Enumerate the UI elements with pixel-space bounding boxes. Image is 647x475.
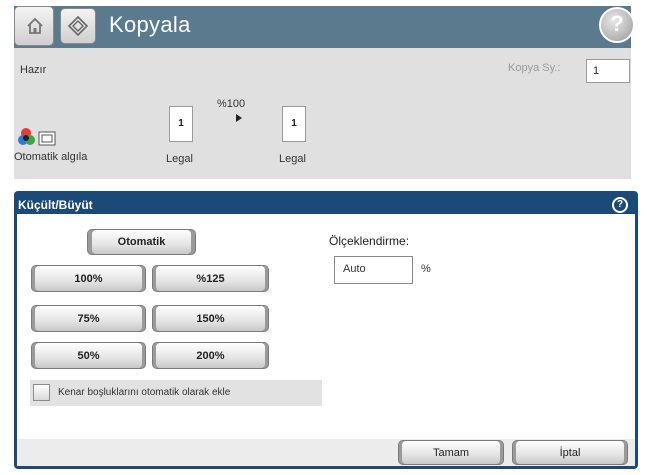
- preset-200-button[interactable]: 200%: [152, 342, 269, 369]
- output-page-thumbnail: 1: [282, 106, 306, 142]
- copies-input[interactable]: 1: [586, 59, 630, 83]
- source-paper-label: Legal: [166, 153, 193, 165]
- output-paper-label: Legal: [279, 153, 306, 165]
- auto-margin-checkbox[interactable]: [33, 384, 50, 401]
- copy-status-panel: Hazır Kopya Sy.: 1 %100 1 Legal 1 Legal …: [14, 48, 631, 179]
- color-auto-detect-icon: [18, 128, 56, 146]
- scaling-unit: %: [421, 263, 431, 275]
- status-text: Hazır: [20, 64, 47, 76]
- copy-icon: [68, 16, 88, 36]
- scaling-label: Ölçeklendirme:: [329, 234, 410, 248]
- preset-100-button[interactable]: 100%: [31, 265, 146, 292]
- help-icon: ?: [610, 11, 624, 36]
- home-icon: [27, 17, 43, 34]
- dialog-footer: Tamam İptal: [17, 439, 635, 466]
- scale-percent-text: %100: [217, 98, 246, 110]
- reduce-enlarge-dialog: Küçült/Büyüt ? Otomatik 100% %125 75% 15…: [14, 191, 638, 469]
- home-button[interactable]: [14, 6, 54, 46]
- page-title: Kopyala: [109, 12, 191, 37]
- scaling-input[interactable]: Auto: [334, 256, 413, 284]
- ok-button[interactable]: Tamam: [398, 440, 504, 465]
- cancel-button[interactable]: İptal: [512, 440, 628, 465]
- preset-125-button[interactable]: %125: [152, 265, 269, 292]
- copies-label: Kopya Sy.:: [508, 62, 561, 74]
- dialog-title: Küçült/Büyüt: [18, 198, 93, 212]
- color-mode-label: Otomatik algıla: [14, 151, 88, 163]
- auto-margin-label: Kenar boşluklarını otomatik olarak ekle: [58, 387, 231, 398]
- title-bar: Kopyala ?: [14, 6, 635, 48]
- arrow-right-icon: [236, 114, 242, 122]
- help-button[interactable]: ?: [599, 7, 635, 43]
- dialog-body: Otomatik 100% %125 75% 150% 50% 200% Ölç…: [17, 214, 635, 466]
- source-page-thumbnail: 1: [169, 106, 193, 142]
- preset-50-button[interactable]: 50%: [31, 342, 146, 369]
- copy-app-icon: [60, 8, 96, 44]
- automatic-button[interactable]: Otomatik: [87, 229, 196, 255]
- dialog-help-icon[interactable]: ?: [612, 197, 628, 213]
- preset-75-button[interactable]: 75%: [31, 305, 146, 332]
- auto-margin-option[interactable]: Kenar boşluklarını otomatik olarak ekle: [30, 380, 322, 406]
- preset-150-button[interactable]: 150%: [152, 305, 269, 332]
